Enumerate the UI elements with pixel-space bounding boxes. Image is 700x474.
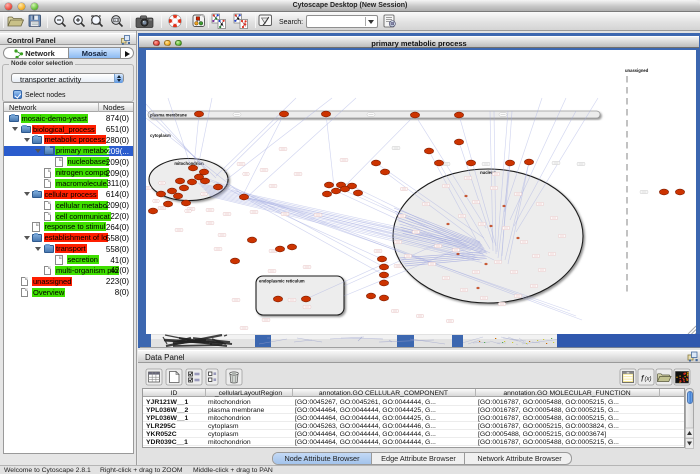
svg-text:endoplasmic reticulum: endoplasmic reticulum — [259, 279, 305, 284]
svg-text:(x): (x) — [645, 377, 652, 383]
svg-text:1:1: 1:1 — [114, 18, 119, 22]
svg-text:unassigned: unassigned — [625, 68, 649, 73]
